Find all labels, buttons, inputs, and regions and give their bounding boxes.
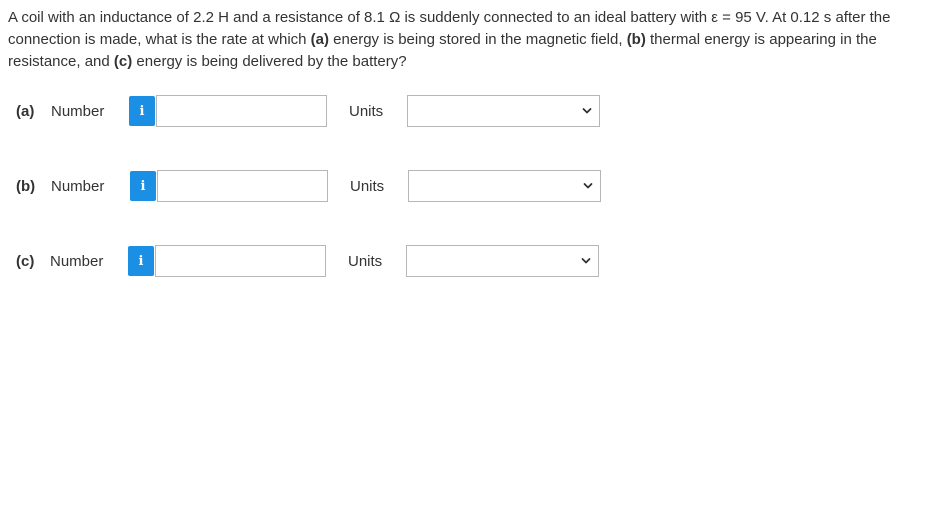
units-label-b: Units [350, 178, 385, 195]
number-input-a[interactable] [156, 95, 327, 127]
chevron-down-icon [581, 258, 591, 264]
units-select-c[interactable] [406, 245, 599, 277]
number-label-c: Number [50, 253, 104, 270]
answer-row-a: (a) Number i Units [0, 95, 940, 129]
info-icon[interactable]: i [128, 246, 154, 276]
info-icon[interactable]: i [129, 96, 155, 126]
answer-row-b: (b) Number i Units [0, 170, 940, 204]
chevron-down-icon [583, 183, 593, 189]
part-c-text: energy is being delivered by the battery… [132, 53, 407, 70]
info-icon-glyph: i [138, 253, 144, 269]
units-select-a[interactable] [407, 95, 600, 127]
chevron-down-icon [582, 108, 592, 114]
part-label-a: (a) [16, 103, 35, 120]
part-label-b: (b) [16, 178, 36, 195]
part-label-c: (c) [16, 253, 35, 270]
number-input-b[interactable] [157, 170, 328, 202]
question-text: A coil with an inductance of 2.2 H and a… [8, 7, 932, 73]
info-icon-glyph: i [140, 178, 146, 194]
part-a-tag: (a) [310, 31, 330, 48]
number-label-a: Number [51, 103, 105, 120]
part-a-text: energy is being stored in the magnetic f… [329, 31, 627, 48]
info-icon-glyph: i [139, 103, 145, 119]
part-c-tag: (c) [113, 53, 133, 70]
info-icon[interactable]: i [130, 171, 156, 201]
part-b-tag: (b) [626, 31, 646, 48]
answer-row-c: (c) Number i Units [0, 245, 940, 279]
number-input-c[interactable] [155, 245, 326, 277]
number-label-b: Number [51, 178, 105, 195]
units-select-b[interactable] [408, 170, 601, 202]
units-label-a: Units [349, 103, 384, 120]
units-label-c: Units [348, 253, 383, 270]
